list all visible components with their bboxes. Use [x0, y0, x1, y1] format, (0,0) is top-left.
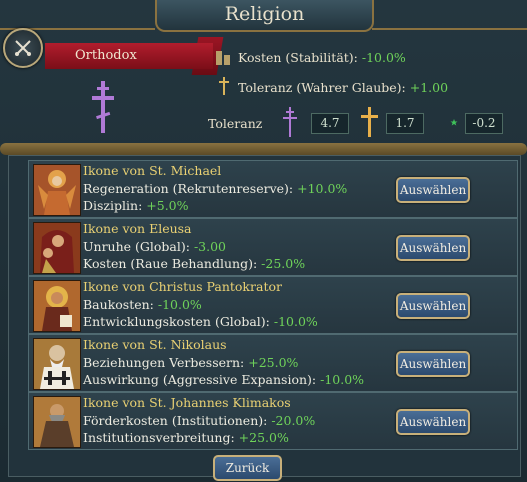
list-item: Ikone von Christus Pantokrator Baukosten…: [28, 276, 518, 334]
list-item: Ikone von St. Johannes Klimakos Förderko…: [28, 392, 518, 450]
icon-effect-2: Kosten (Raue Behandlung): -25.0%: [83, 256, 305, 271]
effect-value: -25.0%: [261, 256, 306, 271]
effect-label: Disziplin:: [83, 198, 143, 213]
window-title: Religion: [155, 0, 374, 32]
effect-value: -10.0%: [320, 372, 365, 387]
list-item: Ikone von Eleusa Unruhe (Global): -3.00 …: [28, 218, 518, 276]
effect-value: -3.00: [193, 239, 227, 254]
true-faith-cross-icon: [283, 107, 297, 137]
icon-title: Ikone von Eleusa: [83, 221, 192, 236]
icon-effect-2: Institutionsverbreitung: +25.0%: [83, 430, 289, 445]
effect-label: Kosten (Raue Behandlung):: [83, 256, 258, 271]
select-button[interactable]: Auswählen: [396, 351, 470, 377]
section-divider: [0, 143, 527, 155]
heretic-cross-icon: [361, 107, 378, 137]
icon-title: Ikone von St. Nikolaus: [83, 337, 227, 352]
icon-effect-2: Auswirkung (Aggressive Expansion): -10.0…: [83, 372, 364, 387]
crossed-swords-icon: [15, 40, 31, 56]
icon-title: Ikone von St. Johannes Klimakos: [83, 395, 291, 410]
cost-stability-stat: Kosten (Stabilität): -10.0%: [238, 50, 406, 65]
close-button[interactable]: [3, 28, 43, 68]
effect-value: -20.0%: [271, 413, 316, 428]
icon-effect-1: Unruhe (Global): -3.00: [83, 239, 226, 254]
icon-effect-1: Beziehungen Verbessern: +25.0%: [83, 355, 298, 370]
effect-value: +5.0%: [146, 198, 189, 213]
effect-label: Entwicklungskosten (Global):: [83, 314, 270, 329]
back-button[interactable]: Zurück: [213, 455, 282, 481]
effect-value: +25.0%: [238, 430, 289, 445]
effect-label: Regeneration (Rekrutenreserve):: [83, 181, 294, 196]
effect-value: -10.0%: [273, 314, 318, 329]
icon-st-nikolaus-image: [33, 338, 81, 390]
effect-label: Institutionsverbreitung:: [83, 430, 235, 445]
icon-effect-2: Entwicklungskosten (Global): -10.0%: [83, 314, 318, 329]
orthodox-cross-icon: [92, 81, 114, 133]
select-button[interactable]: Auswählen: [396, 409, 470, 435]
stability-icon: [216, 51, 230, 65]
select-button[interactable]: Auswählen: [396, 235, 470, 261]
icon-title: Ikone von St. Michael: [83, 163, 222, 178]
effect-label: Unruhe (Global):: [83, 239, 190, 254]
tolerance-true-faith-stat: Toleranz (Wahrer Glaube): +1.00: [238, 80, 448, 95]
select-button[interactable]: Auswählen: [396, 177, 470, 203]
tolerance-label: Toleranz: [208, 116, 263, 131]
list-item: Ikone von St. Michael Regeneration (Rekr…: [28, 160, 518, 218]
select-button[interactable]: Auswählen: [396, 293, 470, 319]
heathen-crescent-icon: [439, 112, 458, 132]
effect-label: Förderkosten (Institutionen):: [83, 413, 268, 428]
icon-effect-1: Förderkosten (Institutionen): -20.0%: [83, 413, 315, 428]
cost-stability-label: Kosten (Stabilität):: [238, 50, 358, 65]
icon-effect-1: Regeneration (Rekrutenreserve): +10.0%: [83, 181, 347, 196]
effect-label: Auswirkung (Aggressive Expansion):: [83, 372, 317, 387]
tolerance-true-faith-value: +1.00: [409, 80, 449, 95]
icon-eleusa-image: [33, 222, 81, 274]
religion-window: Religion Orthodox Kosten (Stabilität): -…: [0, 0, 527, 482]
tolerance-heretic-box: 1.7: [386, 113, 424, 134]
icon-effect-2: Disziplin: +5.0%: [83, 198, 189, 213]
tolerance-cross-icon: [219, 77, 229, 95]
effect-value: +10.0%: [297, 181, 348, 196]
tolerance-heathen-box: -0.2: [465, 113, 503, 134]
icon-christ-pantokrator-image: [33, 280, 81, 332]
effect-label: Baukosten:: [83, 297, 154, 312]
cost-stability-value: -10.0%: [361, 50, 406, 65]
effect-value: -10.0%: [157, 297, 202, 312]
icon-title: Ikone von Christus Pantokrator: [83, 279, 282, 294]
list-item: Ikone von St. Nikolaus Beziehungen Verbe…: [28, 334, 518, 392]
icon-effect-1: Baukosten: -10.0%: [83, 297, 202, 312]
icon-st-johannes-klimakos-image: [33, 396, 81, 448]
effect-label: Beziehungen Verbessern:: [83, 355, 245, 370]
effect-value: +25.0%: [248, 355, 299, 370]
tolerance-true-faith-box: 4.7: [311, 113, 349, 134]
title-divider-right: [372, 28, 527, 30]
tolerance-true-faith-label: Toleranz (Wahrer Glaube):: [238, 80, 406, 95]
icon-st-michael-image: [33, 164, 81, 216]
religion-name-banner: Orthodox: [45, 43, 213, 69]
